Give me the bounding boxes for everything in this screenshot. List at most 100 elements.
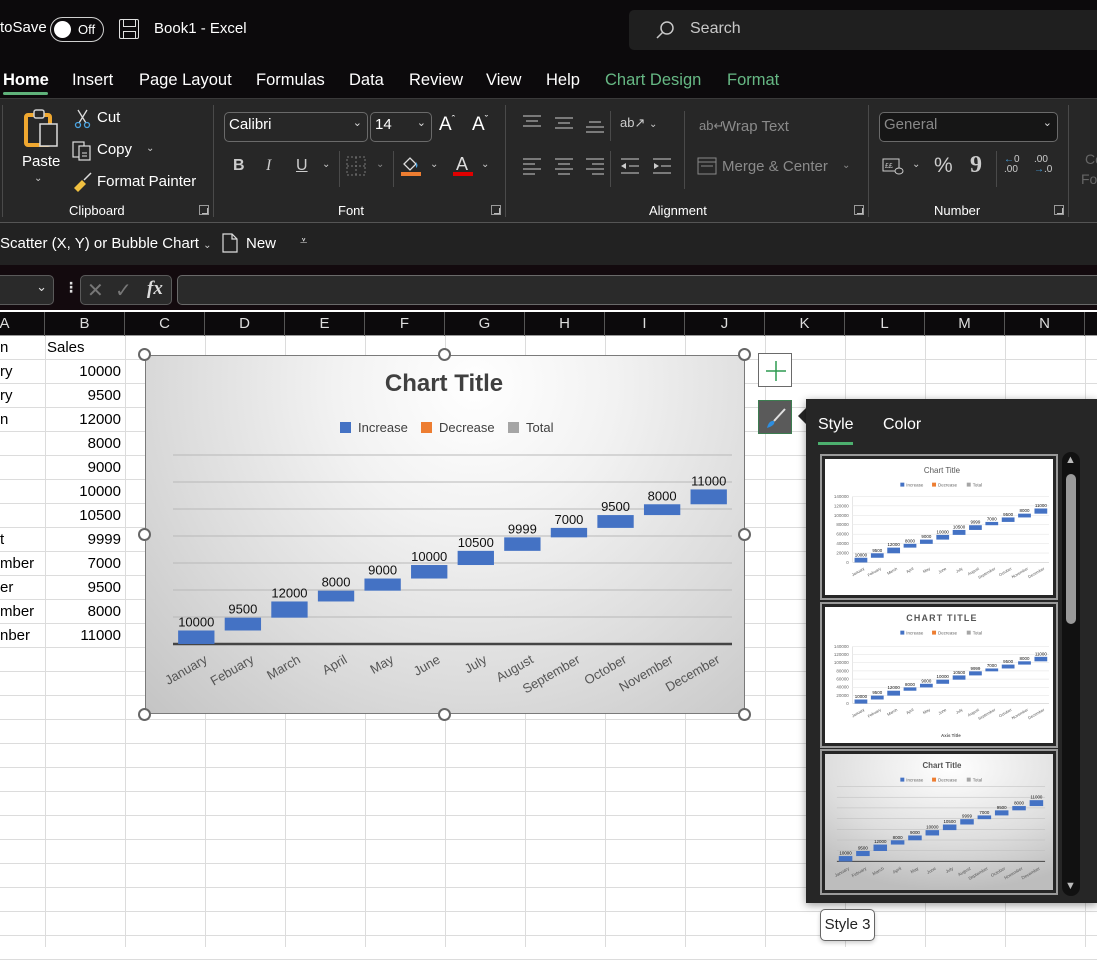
- resize-handle[interactable]: [438, 348, 451, 361]
- percent-button[interactable]: %: [934, 154, 953, 178]
- underline-dropdown-icon[interactable]: ⌄: [322, 159, 330, 170]
- font-launcher-icon[interactable]: [491, 205, 501, 215]
- clipboard-launcher-icon[interactable]: [199, 205, 209, 215]
- increase-indent-icon[interactable]: [652, 157, 672, 179]
- format-painter-button[interactable]: Format Painter: [97, 173, 196, 190]
- save-icon[interactable]: [119, 19, 139, 39]
- decrease-decimal-icon[interactable]: .00 →.0: [1034, 155, 1052, 175]
- number-format-combobox[interactable]: General ⌄: [879, 112, 1058, 142]
- copy-button[interactable]: Copy: [97, 141, 132, 158]
- tab-view[interactable]: View: [486, 71, 521, 90]
- column-header-e[interactable]: E: [285, 312, 365, 336]
- shrink-font-icon[interactable]: Aˇ: [472, 114, 488, 136]
- cell-a[interactable]: t: [0, 528, 4, 552]
- cell-a[interactable]: mber: [0, 552, 34, 576]
- number-launcher-icon[interactable]: [1054, 205, 1064, 215]
- borders-icon[interactable]: [346, 156, 366, 180]
- panel-scrollbar[interactable]: ▲ ▼: [1062, 452, 1080, 896]
- tab-help[interactable]: Help: [546, 71, 580, 90]
- chart-styles-button[interactable]: [758, 400, 792, 434]
- cell-b[interactable]: 10500: [45, 504, 121, 528]
- search-box[interactable]: Search: [629, 10, 1097, 50]
- copy-dropdown-icon[interactable]: ⌄: [146, 143, 154, 154]
- tab-style[interactable]: Style: [818, 416, 854, 434]
- resize-handle[interactable]: [138, 708, 151, 721]
- font-color-dropdown-icon[interactable]: ⌄: [481, 159, 489, 170]
- tab-review[interactable]: Review: [409, 71, 463, 90]
- scroll-up-icon[interactable]: ▲: [1065, 454, 1076, 466]
- alignment-launcher-icon[interactable]: [854, 205, 864, 215]
- cell-a[interactable]: nber: [0, 624, 30, 648]
- tab-formulas[interactable]: Formulas: [256, 71, 325, 90]
- tab-insert[interactable]: Insert: [72, 71, 113, 90]
- column-header-i[interactable]: I: [605, 312, 685, 336]
- chart-elements-button[interactable]: [758, 353, 792, 387]
- borders-dropdown-icon[interactable]: ⌄: [376, 159, 384, 170]
- comma-button[interactable]: 9: [970, 152, 982, 179]
- tab-page-layout[interactable]: Page Layout: [139, 71, 232, 90]
- column-header-n[interactable]: N: [1005, 312, 1085, 336]
- cell-a[interactable]: er: [0, 576, 13, 600]
- formula-input[interactable]: [177, 275, 1097, 305]
- cell-b[interactable]: 8000: [45, 600, 121, 624]
- cell-b[interactable]: 8000: [45, 432, 121, 456]
- resize-handle[interactable]: [738, 708, 751, 721]
- more-icon[interactable]: ⋮: [64, 279, 78, 296]
- tab-chart-design[interactable]: Chart Design: [605, 71, 701, 90]
- column-header-b[interactable]: B: [45, 312, 125, 336]
- cell-b[interactable]: 12000: [45, 408, 121, 432]
- tab-color[interactable]: Color: [883, 416, 921, 434]
- paste-button[interactable]: Paste ⌄: [18, 107, 62, 189]
- cell-a[interactable]: ry: [0, 360, 13, 384]
- cell-b[interactable]: 9500: [45, 576, 121, 600]
- cell-a[interactable]: ry: [0, 384, 13, 408]
- cell-a[interactable]: n: [0, 336, 8, 360]
- cell-b[interactable]: 10000: [45, 480, 121, 504]
- cell-b[interactable]: 9000: [45, 456, 121, 480]
- fill-color-icon[interactable]: [400, 154, 422, 182]
- resize-handle[interactable]: [438, 708, 451, 721]
- cell-b[interactable]: 9999: [45, 528, 121, 552]
- chart-type-dropdown[interactable]: Scatter (X, Y) or Bubble Chart ⌄: [0, 235, 212, 252]
- align-left-icon[interactable]: [522, 157, 542, 179]
- column-header-m[interactable]: M: [925, 312, 1005, 336]
- conditional-formatting-partial[interactable]: Co: [1085, 151, 1097, 167]
- cell-b[interactable]: 10000: [45, 360, 121, 384]
- merge-dropdown-icon[interactable]: ⌄: [842, 160, 850, 171]
- tab-data[interactable]: Data: [349, 71, 384, 90]
- fill-color-dropdown-icon[interactable]: ⌄: [430, 159, 438, 170]
- insert-function-button[interactable]: fx: [147, 278, 163, 300]
- cancel-icon[interactable]: ✕: [87, 278, 104, 303]
- accounting-format-icon[interactable]: ££: [882, 157, 904, 179]
- underline-button[interactable]: U: [296, 157, 308, 175]
- style-thumbnail-3[interactable]: Chart Title Increase Decrease Total 10000 Jan…: [820, 749, 1058, 895]
- cell-a[interactable]: n: [0, 408, 8, 432]
- cell-b[interactable]: 9500: [45, 384, 121, 408]
- merge-center-button[interactable]: Merge & Center: [722, 158, 828, 175]
- align-top-icon[interactable]: [522, 114, 542, 134]
- accounting-dropdown-icon[interactable]: ⌄: [912, 159, 920, 170]
- cut-button[interactable]: Cut: [97, 109, 120, 126]
- overflow-menu-icon[interactable]: ⩡: [300, 233, 307, 249]
- orientation-icon[interactable]: ab↗ ⌄: [620, 115, 657, 131]
- style-thumbnail-1[interactable]: Chart Title Increase Decrease Total 140000 12…: [820, 454, 1058, 600]
- tab-home[interactable]: Home: [3, 71, 49, 90]
- column-header-c[interactable]: C: [125, 312, 205, 336]
- scroll-down-icon[interactable]: ▼: [1065, 880, 1076, 892]
- column-header-l[interactable]: L: [845, 312, 925, 336]
- resize-handle[interactable]: [138, 528, 151, 541]
- align-right-icon[interactable]: [585, 157, 605, 179]
- font-size-combobox[interactable]: 14 ⌄: [370, 112, 432, 142]
- column-header-f[interactable]: F: [365, 312, 445, 336]
- cell-a[interactable]: mber: [0, 600, 34, 624]
- grow-font-icon[interactable]: Aˆ: [439, 114, 455, 136]
- scrollbar-thumb[interactable]: [1066, 474, 1076, 624]
- align-bottom-icon[interactable]: [585, 120, 605, 140]
- waterfall-chart[interactable]: Chart Title Increase Decrease Total 10000 Jan…: [145, 355, 745, 714]
- align-center-icon[interactable]: [554, 157, 574, 179]
- column-header-a[interactable]: A: [0, 312, 45, 336]
- font-name-combobox[interactable]: Calibri ⌄: [224, 112, 368, 142]
- name-box[interactable]: ⌄: [0, 275, 54, 305]
- enter-icon[interactable]: ✓: [115, 278, 132, 303]
- column-header-g[interactable]: G: [445, 312, 525, 336]
